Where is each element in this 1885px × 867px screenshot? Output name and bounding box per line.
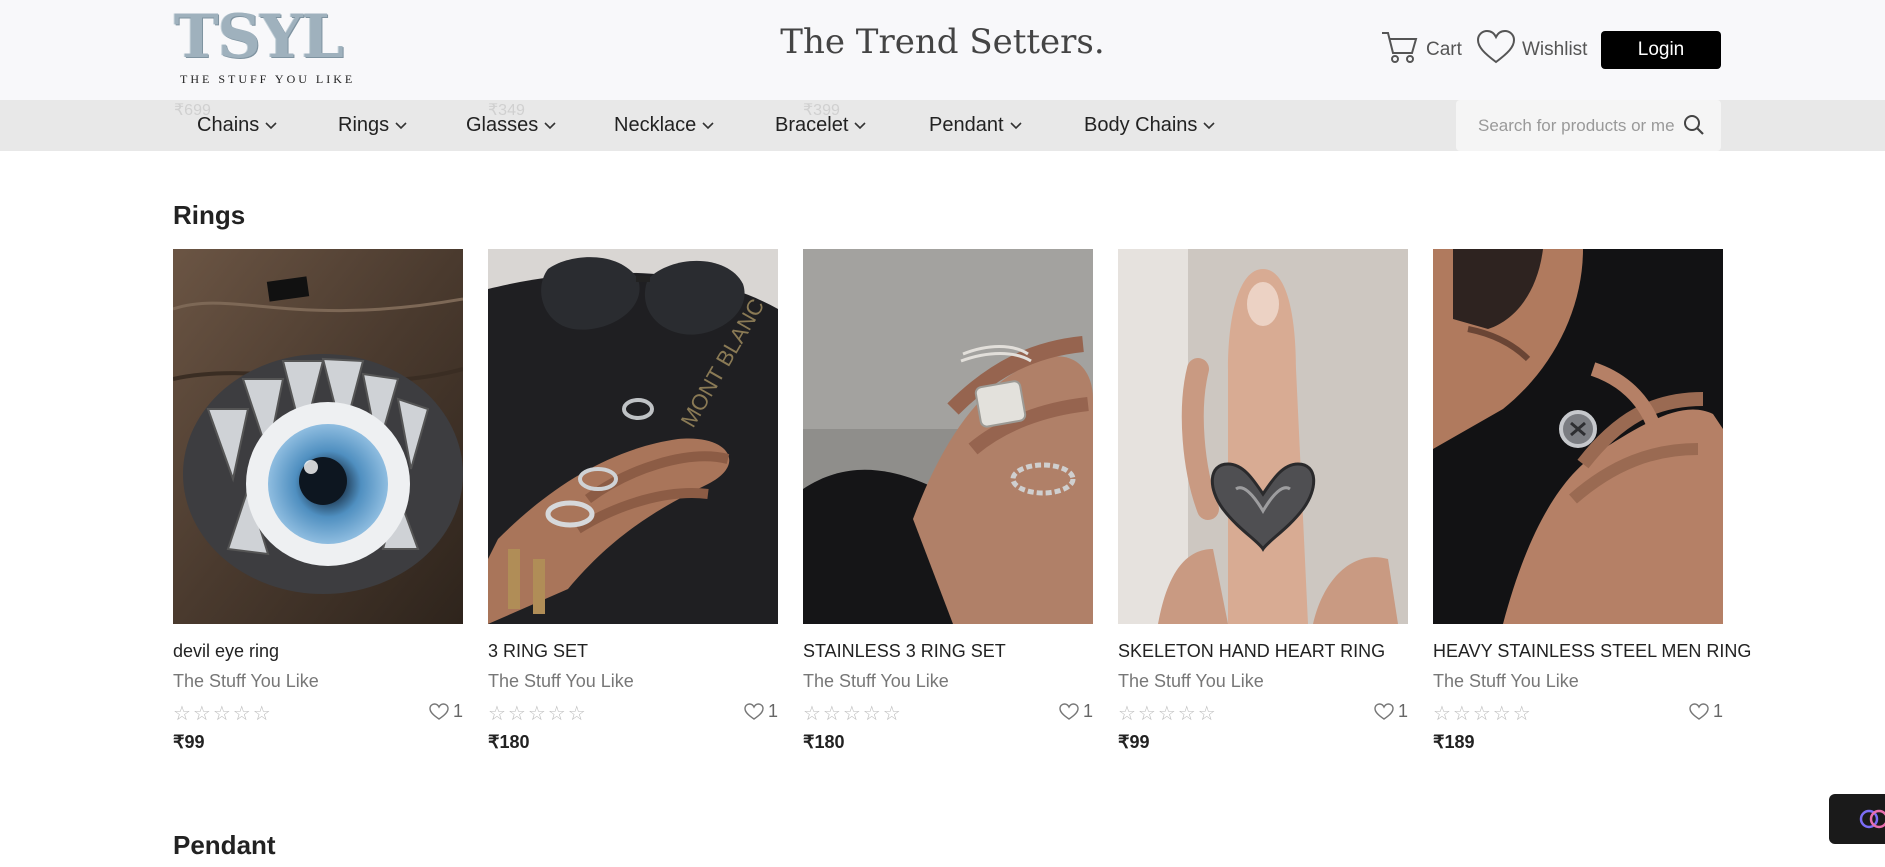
heart-icon (744, 702, 764, 720)
search-icon[interactable] (1683, 114, 1705, 136)
product-card[interactable]: SKELETON HAND HEART RING The Stuff You L… (1118, 249, 1408, 752)
cart-label: Cart (1426, 39, 1462, 60)
product-price: ₹99 (173, 732, 205, 752)
heart-icon (1374, 702, 1394, 720)
nav-item-label: Chains (197, 114, 260, 136)
nav-item-necklace[interactable]: Necklace (614, 100, 714, 151)
product-card[interactable]: devil eye ring The Stuff You Like ☆☆☆☆☆ … (173, 249, 463, 752)
product-brand: The Stuff You Like (173, 671, 319, 691)
product-name[interactable]: devil eye ring (173, 641, 279, 662)
like-count: 1 (1082, 701, 1093, 721)
product-image[interactable] (173, 249, 463, 624)
product-price: ₹189 (1433, 732, 1475, 752)
site-header: TSYL THE STUFF YOU LIKE The Trend Setter… (0, 0, 1885, 100)
like-button[interactable]: 1 (1374, 701, 1408, 722)
nav-item-body-chains[interactable]: Body Chains (1084, 100, 1215, 151)
product-image[interactable]: MONT BLANC (488, 249, 778, 624)
like-button[interactable]: 1 (429, 701, 463, 722)
logo-subtitle: THE STUFF YOU LIKE (180, 72, 356, 86)
nav-item-chains[interactable]: Chains (197, 100, 277, 151)
rating-stars[interactable]: ☆☆☆☆☆ (488, 701, 588, 726)
product-price: ₹180 (803, 732, 845, 752)
chevron-down-icon (265, 121, 277, 129)
chevron-down-icon (854, 121, 866, 129)
section-title-pendant: Pendant (173, 830, 276, 860)
rating-stars[interactable]: ☆☆☆☆☆ (803, 701, 903, 726)
chevron-down-icon (544, 121, 556, 129)
heart-icon (429, 702, 449, 720)
like-count: 1 (1397, 701, 1408, 721)
product-card[interactable]: STAINLESS 3 RING SET The Stuff You Like … (803, 249, 1093, 752)
section-title-rings: Rings (173, 200, 246, 230)
nav-item-label: Body Chains (1084, 114, 1198, 136)
heart-icon (1059, 702, 1079, 720)
rating-stars[interactable]: ☆☆☆☆☆ (173, 701, 273, 726)
product-brand: The Stuff You Like (803, 671, 949, 691)
like-count: 1 (767, 701, 778, 721)
product-brand: The Stuff You Like (488, 671, 634, 691)
cart-link[interactable]: Cart (1380, 30, 1462, 70)
search-box (1456, 100, 1721, 151)
chevron-down-icon (1009, 121, 1022, 129)
product-image[interactable] (1433, 249, 1723, 624)
product-price: ₹180 (488, 732, 530, 752)
wishlist-label: Wishlist (1522, 39, 1588, 60)
nav-item-label: Necklace (614, 114, 697, 136)
nav-item-rings[interactable]: Rings (338, 100, 407, 151)
product-name[interactable]: 3 RING SET (488, 641, 588, 662)
chevron-down-icon (1203, 121, 1215, 129)
heart-icon (1689, 702, 1709, 720)
product-price: ₹99 (1118, 732, 1150, 752)
nav-item-label: Pendant (929, 114, 1004, 136)
chat-widget-button[interactable] (1829, 794, 1885, 844)
product-brand: The Stuff You Like (1118, 671, 1264, 691)
like-button[interactable]: 1 (1689, 701, 1723, 722)
nav-item-label: Glasses (466, 114, 539, 136)
product-name[interactable]: SKELETON HAND HEART RING (1118, 641, 1385, 662)
product-card[interactable]: HEAVY STAINLESS STEEL MEN RING The Stuff… (1433, 249, 1751, 752)
brain-icon (1859, 809, 1885, 829)
product-name[interactable]: HEAVY STAINLESS STEEL MEN RING (1433, 641, 1751, 662)
like-count: 1 (452, 701, 463, 721)
product-brand: The Stuff You Like (1433, 671, 1579, 691)
product-image[interactable] (803, 249, 1093, 624)
product-image[interactable] (1118, 249, 1408, 624)
nav-item-label: Rings (338, 114, 390, 136)
nav-item-pendant[interactable]: Pendant (929, 100, 1022, 151)
rating-stars[interactable]: ☆☆☆☆☆ (1118, 701, 1218, 726)
nav-item-bracelet[interactable]: Bracelet (775, 100, 866, 151)
rating-stars[interactable]: ☆☆☆☆☆ (1433, 701, 1533, 726)
like-button[interactable]: 1 (1059, 701, 1093, 722)
login-button[interactable]: Login (1601, 31, 1721, 69)
like-button[interactable]: 1 (744, 701, 778, 722)
cart-icon (1380, 29, 1420, 71)
chevron-down-icon (395, 121, 407, 129)
like-count: 1 (1712, 701, 1723, 721)
nav-item-glasses[interactable]: Glasses (466, 100, 556, 151)
nav-item-label: Bracelet (775, 114, 849, 136)
heart-icon (1476, 29, 1516, 71)
wishlist-link[interactable]: Wishlist (1476, 29, 1588, 71)
chevron-down-icon (702, 121, 714, 129)
product-name[interactable]: STAINLESS 3 RING SET (803, 641, 1006, 662)
search-input[interactable] (1476, 114, 1680, 137)
product-card[interactable]: MONT BLANC 3 RING SET The Stuff You Like… (488, 249, 778, 752)
